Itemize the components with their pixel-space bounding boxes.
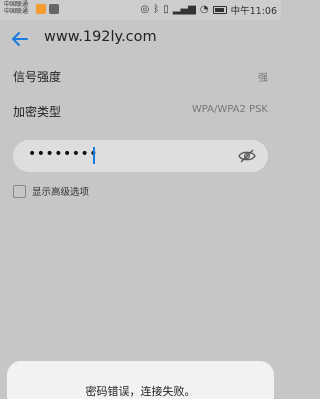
status-bar: 中国联通 中国联通 ◎ ᛒ ▯ ▂▄▆ ◔ 中午11:06 [0,0,281,20]
battery-icon [212,6,227,14]
error-toast: 密码错误，连接失败。 [7,361,274,399]
signal-strength-row: 信号强度 强 [13,68,268,84]
advanced-options[interactable]: 显示高级选项 [13,184,89,198]
bluetooth-icon: ᛒ [153,4,160,15]
location-icon: ◎ [140,4,150,15]
advanced-options-checkbox[interactable] [13,184,26,198]
encryption-type-value: WPA/WPA2 PSK [191,104,268,115]
carrier-1: 中国联通 [4,1,29,8]
back-arrow-icon[interactable] [10,29,30,49]
advanced-options-label: 显示高级选项 [32,187,90,198]
toggle-visibility-icon[interactable] [238,149,256,163]
password-input[interactable]: •••••••• [13,140,268,172]
header: www.192ly.com [0,20,281,58]
status-right: ◎ ᛒ ▯ ▂▄▆ ◔ 中午11:06 [141,3,277,17]
page-title: www.192ly.com [44,29,157,45]
encryption-type-label: 加密类型 [13,105,62,119]
notification-icons [36,4,59,14]
vibrate-icon: ▯ [163,4,169,15]
signal-strength-value: 强 [258,73,268,84]
carrier-2: 中国联通 [4,8,29,15]
weibo-notification-icon [49,4,59,14]
carrier-info: 中国联通 中国联通 [4,1,28,15]
wifi-icon: ◔ [199,4,209,15]
text-cursor [93,147,95,164]
password-value: •••••••• [28,146,99,162]
signal-icon: ▂▄▆ [172,4,196,15]
clock: 中午11:06 [231,3,277,17]
signal-strength-label: 信号强度 [13,70,62,84]
encryption-type-row: 加密类型 WPA/WPA2 PSK [13,103,268,119]
time: 11:06 [249,6,277,17]
toast-message: 密码错误，连接失败。 [85,385,196,398]
time-prefix: 中午 [230,6,250,17]
app-notification-icon [36,4,46,14]
